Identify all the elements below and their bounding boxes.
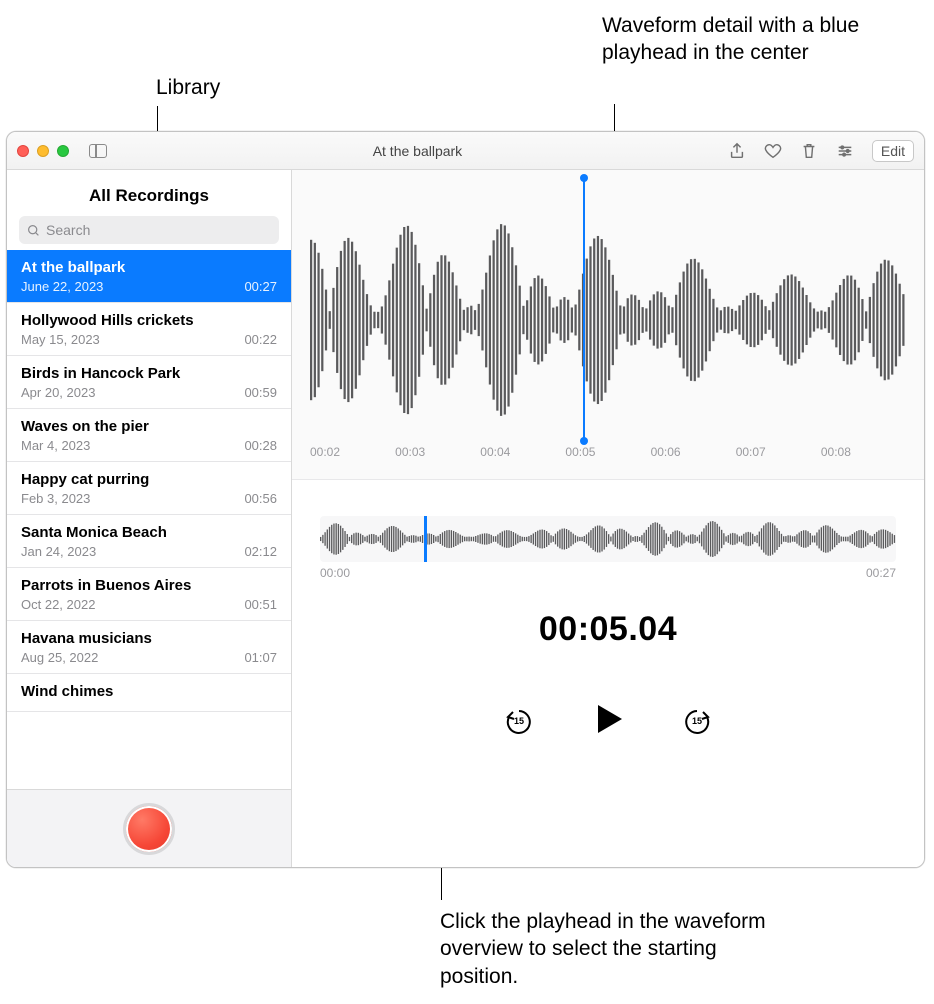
recording-date: Mar 4, 2023 xyxy=(21,438,90,453)
sidebar-toggle-icon[interactable] xyxy=(89,144,107,158)
recording-date: June 22, 2023 xyxy=(21,279,103,294)
transport-controls: 15 15 xyxy=(292,701,924,742)
annotation-overview-hint: Click the playhead in the waveform overv… xyxy=(440,908,800,990)
recording-title: Waves on the pier xyxy=(21,418,277,435)
play-button[interactable] xyxy=(590,701,626,742)
search-icon xyxy=(27,224,40,237)
skip-back-label: 15 xyxy=(504,716,534,726)
waveform-detail-graphic xyxy=(310,190,906,450)
recording-duration: 00:51 xyxy=(244,597,277,612)
recording-title: Hollywood Hills crickets xyxy=(21,312,277,329)
recordings-list: At the ballpark June 22, 2023 00:27 Hollywo… xyxy=(7,250,291,789)
time-tick: 00:02 xyxy=(310,445,395,471)
waveform-overview-graphic xyxy=(320,516,896,562)
share-icon[interactable] xyxy=(728,142,746,160)
time-ticks: 00:0200:0300:0400:0500:0600:0700:08 xyxy=(292,445,924,471)
skip-forward-label: 15 xyxy=(682,716,712,726)
trash-icon[interactable] xyxy=(800,142,818,160)
app-window: At the ballpark Edit All Recordings xyxy=(6,131,925,868)
waveform-overview[interactable] xyxy=(320,516,896,562)
list-item[interactable]: At the ballpark June 22, 2023 00:27 xyxy=(7,250,291,303)
time-tick: 00:03 xyxy=(395,445,480,471)
waveform-overview-area: 00:00 00:27 xyxy=(292,480,924,580)
recording-duration: 00:28 xyxy=(244,438,277,453)
search-placeholder: Search xyxy=(46,222,90,238)
window-title: At the ballpark xyxy=(107,143,728,159)
overview-start-label: 00:00 xyxy=(320,566,350,580)
list-item[interactable]: Waves on the pier Mar 4, 2023 00:28 xyxy=(7,409,291,462)
record-button[interactable] xyxy=(123,803,175,855)
overview-end-label: 00:27 xyxy=(866,566,896,580)
list-item[interactable]: Parrots in Buenos Aires Oct 22, 2022 00:51 xyxy=(7,568,291,621)
recording-duration: 02:12 xyxy=(244,544,277,559)
list-item[interactable]: Happy cat purring Feb 3, 2023 00:56 xyxy=(7,462,291,515)
recording-date: Apr 20, 2023 xyxy=(21,385,95,400)
waveform-detail[interactable]: 00:0200:0300:0400:0500:0600:0700:08 xyxy=(292,170,924,480)
recording-title: Havana musicians xyxy=(21,630,277,647)
library-sidebar: All Recordings Search At the ballpark Jun… xyxy=(7,170,292,867)
window-controls xyxy=(17,145,69,157)
maximize-window-button[interactable] xyxy=(57,145,69,157)
minimize-window-button[interactable] xyxy=(37,145,49,157)
close-window-button[interactable] xyxy=(17,145,29,157)
record-bar xyxy=(7,789,291,867)
time-tick: 00:08 xyxy=(821,445,906,471)
recording-date: Aug 25, 2022 xyxy=(21,650,98,665)
current-time-display: 00:05.04 xyxy=(292,610,924,649)
toolbar-right: Edit xyxy=(728,140,914,162)
skip-back-button[interactable]: 15 xyxy=(504,707,534,737)
titlebar: At the ballpark Edit xyxy=(7,132,924,170)
list-item[interactable]: Havana musicians Aug 25, 2022 01:07 xyxy=(7,621,291,674)
list-item[interactable]: Birds in Hancock Park Apr 20, 2023 00:59 xyxy=(7,356,291,409)
recording-date: Jan 24, 2023 xyxy=(21,544,96,559)
recording-date: May 15, 2023 xyxy=(21,332,100,347)
edit-button[interactable]: Edit xyxy=(872,140,914,162)
recording-date: Oct 22, 2022 xyxy=(21,597,95,612)
recording-title: At the ballpark xyxy=(21,259,277,276)
time-tick: 00:07 xyxy=(736,445,821,471)
recording-duration: 00:59 xyxy=(244,385,277,400)
settings-sliders-icon[interactable] xyxy=(836,142,854,160)
playhead-overview[interactable] xyxy=(424,516,427,562)
playhead-detail[interactable] xyxy=(583,178,585,441)
recording-title: Santa Monica Beach xyxy=(21,524,277,541)
recording-duration: 01:07 xyxy=(244,650,277,665)
time-tick: 00:06 xyxy=(651,445,736,471)
recording-title: Birds in Hancock Park xyxy=(21,365,277,382)
annotation-waveform-detail: Waveform detail with a blue playhead in … xyxy=(602,12,882,67)
recording-duration: 00:56 xyxy=(244,491,277,506)
list-item[interactable]: Santa Monica Beach Jan 24, 2023 02:12 xyxy=(7,515,291,568)
search-input[interactable]: Search xyxy=(19,216,279,244)
time-tick: 00:04 xyxy=(480,445,565,471)
recording-title: Parrots in Buenos Aires xyxy=(21,577,277,594)
recording-date: Feb 3, 2023 xyxy=(21,491,90,506)
recording-duration: 00:27 xyxy=(244,279,277,294)
recording-title: Wind chimes xyxy=(21,683,277,700)
list-item[interactable]: Hollywood Hills crickets May 15, 2023 00:2… xyxy=(7,303,291,356)
recording-title: Happy cat purring xyxy=(21,471,277,488)
list-item[interactable]: Wind chimes xyxy=(7,674,291,712)
time-tick: 00:05 xyxy=(565,445,650,471)
recording-duration: 00:22 xyxy=(244,332,277,347)
favorite-icon[interactable] xyxy=(764,142,782,160)
main-panel: 00:0200:0300:0400:0500:0600:0700:08 00:0… xyxy=(292,170,924,867)
annotation-library: Library xyxy=(156,74,220,101)
library-header: All Recordings xyxy=(7,182,291,216)
skip-forward-button[interactable]: 15 xyxy=(682,707,712,737)
